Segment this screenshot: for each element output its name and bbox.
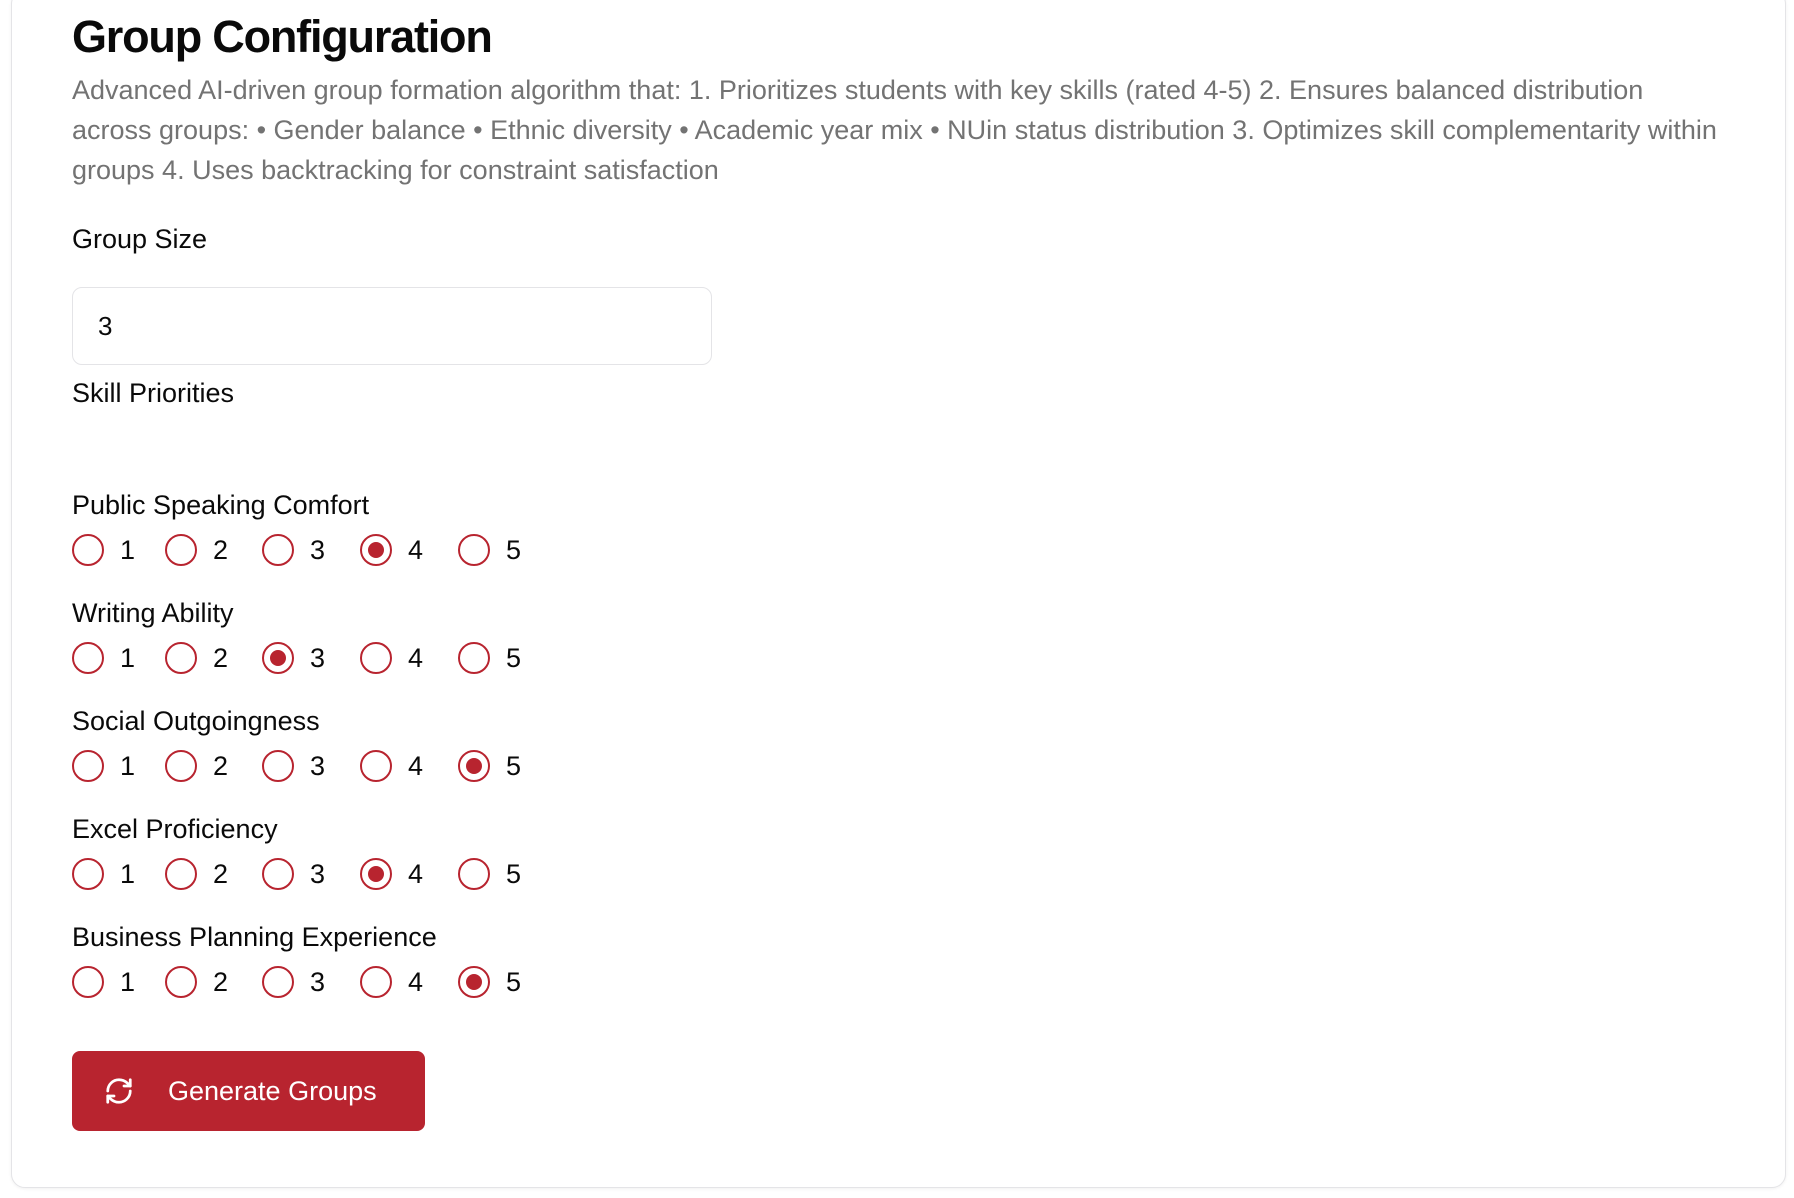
radio-button[interactable]: [72, 858, 104, 890]
radio-selected-dot: [368, 866, 384, 882]
group-size-label: Group Size: [72, 224, 208, 254]
rating-option-label: 4: [408, 751, 424, 781]
skill-name-label: Writing Ability: [72, 598, 234, 628]
generate-groups-label: Generate Groups: [168, 1076, 377, 1106]
generate-groups-button[interactable]: Generate Groups: [72, 1051, 425, 1131]
rating-option-label: 3: [310, 967, 326, 997]
rating-option-label: 3: [310, 535, 326, 565]
rating-option-label: 3: [310, 643, 326, 673]
radio-button[interactable]: [360, 966, 392, 998]
radio-button[interactable]: [165, 750, 197, 782]
radio-button[interactable]: [165, 858, 197, 890]
rating-option-label: 5: [506, 643, 522, 673]
rating-option-label: 1: [120, 967, 136, 997]
radio-selected-dot: [368, 542, 384, 558]
rating-option-label: 2: [213, 967, 229, 997]
rating-option-label: 1: [120, 859, 136, 889]
rating-option-label: 2: [213, 535, 229, 565]
radio-button[interactable]: [458, 858, 490, 890]
skill-name-label: Public Speaking Comfort: [72, 490, 370, 520]
rating-option-label: 5: [506, 535, 522, 565]
rating-option-label: 2: [213, 859, 229, 889]
radio-button[interactable]: [458, 642, 490, 674]
rating-option-label: 4: [408, 859, 424, 889]
radio-button[interactable]: [360, 534, 392, 566]
rating-option-label: 5: [506, 751, 522, 781]
rating-option-label: 1: [120, 751, 136, 781]
radio-button[interactable]: [165, 966, 197, 998]
page-title: Group Configuration: [72, 11, 493, 62]
radio-button[interactable]: [458, 966, 490, 998]
radio-button[interactable]: [360, 642, 392, 674]
radio-selected-dot: [270, 650, 286, 666]
radio-button[interactable]: [262, 534, 294, 566]
rating-option-label: 5: [506, 967, 522, 997]
radio-button[interactable]: [72, 966, 104, 998]
rating-option-label: 3: [310, 859, 326, 889]
radio-button[interactable]: [360, 750, 392, 782]
radio-button[interactable]: [72, 534, 104, 566]
rating-option-label: 4: [408, 643, 424, 673]
rating-option-label: 4: [408, 535, 424, 565]
radio-selected-dot: [466, 758, 482, 774]
radio-button[interactable]: [262, 858, 294, 890]
radio-button[interactable]: [165, 534, 197, 566]
group-size-input[interactable]: [72, 287, 712, 365]
rating-option-label: 2: [213, 751, 229, 781]
skill-name-label: Social Outgoingness: [72, 706, 320, 736]
rating-option-label: 2: [213, 643, 229, 673]
radio-button[interactable]: [458, 750, 490, 782]
radio-button[interactable]: [262, 750, 294, 782]
refresh-icon: [106, 1078, 132, 1104]
group-configuration-card: Group Configuration Advanced AI-driven g…: [11, 0, 1786, 1188]
rating-option-label: 1: [120, 643, 136, 673]
skill-priorities-label: Skill Priorities: [72, 378, 235, 408]
radio-selected-dot: [466, 974, 482, 990]
skill-name-label: Excel Proficiency: [72, 814, 278, 844]
rating-option-label: 4: [408, 967, 424, 997]
radio-button[interactable]: [72, 750, 104, 782]
skill-name-label: Business Planning Experience: [72, 922, 437, 952]
radio-button[interactable]: [165, 642, 197, 674]
radio-button[interactable]: [262, 642, 294, 674]
radio-button[interactable]: [458, 534, 490, 566]
rating-option-label: 5: [506, 859, 522, 889]
radio-button[interactable]: [262, 966, 294, 998]
radio-button[interactable]: [360, 858, 392, 890]
radio-button[interactable]: [72, 642, 104, 674]
rating-option-label: 1: [120, 535, 136, 565]
algorithm-description: Advanced AI-driven group formation algor…: [72, 75, 1717, 185]
rating-option-label: 3: [310, 751, 326, 781]
